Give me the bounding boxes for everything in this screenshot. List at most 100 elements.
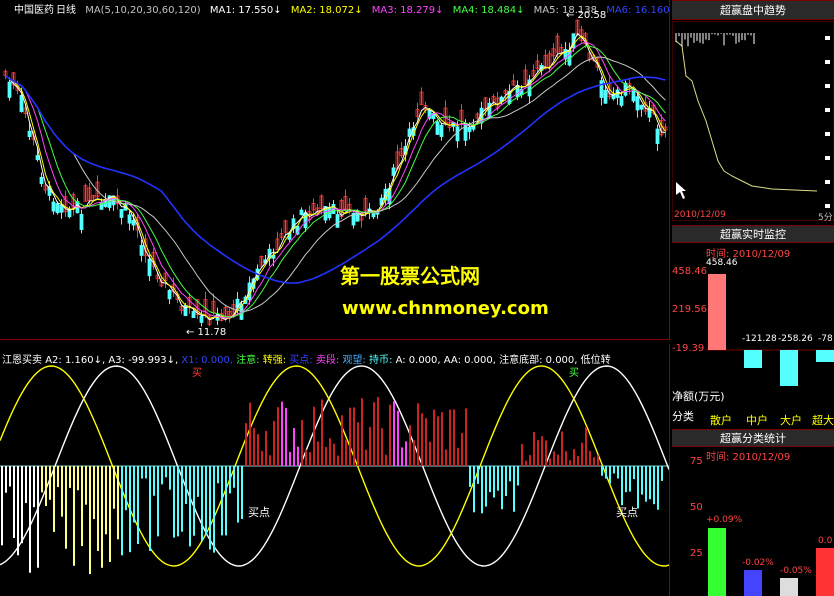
trend-date: 2010/12/09 bbox=[674, 210, 726, 220]
stock-name: 中国医药 bbox=[14, 5, 54, 16]
stats-panel[interactable]: 时间: 2010/12/09 75 50 25 +0.09% -0.02% -0… bbox=[672, 448, 834, 596]
trend-axis-marker bbox=[825, 108, 830, 112]
indicator-header: 江恩买卖 A2: 1.160↓, A3: -99.993↓, X1: 0.000… bbox=[2, 351, 611, 366]
aa-value: AA: 0.000, bbox=[443, 355, 496, 366]
ma5-line bbox=[5, 56, 666, 312]
candle-body bbox=[435, 121, 440, 135]
buy-label: 买点: bbox=[289, 355, 313, 366]
candle-body bbox=[7, 81, 12, 98]
candle-body bbox=[147, 258, 152, 277]
stats-tick-3: 25 bbox=[690, 548, 703, 559]
candle-body bbox=[635, 96, 640, 111]
candle-body bbox=[27, 130, 32, 137]
trend-axis-marker bbox=[825, 36, 830, 40]
monitor-bar-large bbox=[780, 350, 798, 386]
candle-body bbox=[599, 80, 604, 98]
candle-body bbox=[19, 95, 24, 113]
bar-label-1: 458.46 bbox=[706, 258, 738, 268]
buy-marker-2: 买 bbox=[569, 368, 579, 379]
bottom-value: 注意底部: 0.000, bbox=[499, 355, 578, 366]
candle-body bbox=[199, 315, 204, 323]
low-price-label: ← 11.78 bbox=[186, 327, 227, 338]
monitor-tick-1: 458.46 bbox=[672, 266, 707, 277]
low-turn-label: 低位转 bbox=[580, 355, 611, 366]
trend-chart[interactable] bbox=[671, 20, 834, 222]
candle-body bbox=[59, 205, 64, 213]
stats-tick-1: 75 bbox=[690, 456, 703, 467]
a2-value: A2: 1.160↓, bbox=[45, 355, 106, 366]
trend-axis-marker bbox=[825, 156, 830, 160]
stats-label-3: -0.05% bbox=[780, 566, 812, 576]
candle-body bbox=[35, 155, 40, 161]
candle-body bbox=[79, 213, 84, 230]
trend-axis-marker bbox=[825, 60, 830, 64]
candle-body bbox=[55, 203, 60, 214]
monitor-tick-3: -19.39 bbox=[672, 343, 705, 354]
stats-label-4: 0.0 bbox=[818, 536, 833, 546]
hold-label: 持币: bbox=[369, 355, 393, 366]
ma-params: MA(5,10,20,30,60,120) bbox=[85, 5, 201, 16]
trend-axis-marker bbox=[825, 180, 830, 184]
trend-panel-title: 超赢盘中趋势 bbox=[672, 0, 834, 20]
stats-label-1: +0.09% bbox=[706, 515, 743, 525]
buy-marker-1: 买 bbox=[192, 368, 202, 379]
kline-chart-panel[interactable]: 中国医药 日线 MA(5,10,20,30,60,120) MA1: 17.550… bbox=[0, 0, 670, 340]
stats-bar-medium bbox=[744, 570, 762, 596]
candle-body bbox=[191, 311, 196, 318]
stats-panel-title: 超赢分类统计 bbox=[672, 429, 834, 447]
buy-point-label-2: 买点 bbox=[616, 506, 638, 519]
monitor-bar-retail bbox=[708, 274, 726, 350]
stats-bar-large bbox=[780, 578, 798, 596]
x1-value: X1: 0.000, bbox=[181, 355, 233, 366]
trend-panel[interactable]: 2010/12/09 5分 bbox=[671, 20, 834, 223]
sell-label: 卖段: bbox=[315, 355, 340, 366]
candle-body bbox=[631, 89, 636, 102]
category-xlarge: 超大 bbox=[812, 414, 834, 427]
ma4-line bbox=[5, 45, 666, 318]
monitor-chart bbox=[706, 274, 834, 386]
candle-body bbox=[127, 214, 132, 224]
stats-tick-2: 50 bbox=[690, 502, 703, 513]
candle-body bbox=[467, 126, 472, 133]
candle-body bbox=[335, 214, 340, 228]
monitor-panel-title: 超赢实时监控 bbox=[672, 225, 834, 243]
candle-body bbox=[619, 96, 624, 106]
monitor-bar-medium bbox=[744, 350, 762, 368]
ma3-value: MA3: 18.279↓ bbox=[371, 5, 444, 16]
net-amount-label: 净额(万元) bbox=[672, 390, 725, 403]
indicator-panel[interactable]: 江恩买卖 A2: 1.160↓, A3: -99.993↓, X1: 0.000… bbox=[0, 344, 670, 596]
trend-interval: 5分 bbox=[818, 213, 833, 223]
ma1-value: MA1: 17.550↓ bbox=[209, 5, 282, 16]
bar-label-4: -78 bbox=[818, 334, 833, 344]
candle-body bbox=[299, 209, 304, 216]
stats-label-2: -0.02% bbox=[742, 558, 774, 568]
candle-body bbox=[51, 201, 56, 212]
watermark-title: 第一股票公式网 bbox=[340, 264, 480, 288]
stats-bar-retail bbox=[708, 528, 726, 596]
a3-value: A3: -99.993↓, bbox=[108, 355, 179, 366]
ma6-value: MA6: 16.160 bbox=[606, 5, 670, 16]
ma3-line bbox=[5, 41, 666, 319]
category-large: 大户 bbox=[780, 414, 802, 427]
a-value: A: 0.000, bbox=[395, 355, 441, 366]
candle-body bbox=[655, 128, 660, 144]
indicator-name: 江恩买卖 bbox=[2, 355, 42, 366]
category-retail: 散户 bbox=[710, 414, 732, 427]
ma1-line bbox=[5, 32, 666, 321]
ma4-value: MA4: 18.484↓ bbox=[452, 5, 525, 16]
note-label: 注意: bbox=[236, 355, 260, 366]
candle-body bbox=[167, 290, 172, 300]
candle-body bbox=[131, 219, 136, 226]
strong-label: 转强: bbox=[262, 355, 287, 366]
monitor-panel[interactable]: 时间: 2010/12/09 458.46 219.56 -19.39 458.… bbox=[672, 244, 834, 428]
buy-point-label-1: 买点 bbox=[248, 506, 270, 519]
kline-chart[interactable] bbox=[0, 0, 670, 340]
ma2-line bbox=[5, 35, 666, 320]
trend-axis-marker bbox=[825, 132, 830, 136]
ma6-line bbox=[5, 75, 666, 284]
high-price-label: ← 20.58 bbox=[566, 10, 607, 21]
bar-label-3: -258.26 bbox=[778, 334, 813, 344]
stats-bar-xlarge bbox=[816, 548, 834, 596]
candle-body bbox=[139, 245, 144, 256]
indicator-chart[interactable] bbox=[0, 344, 670, 596]
